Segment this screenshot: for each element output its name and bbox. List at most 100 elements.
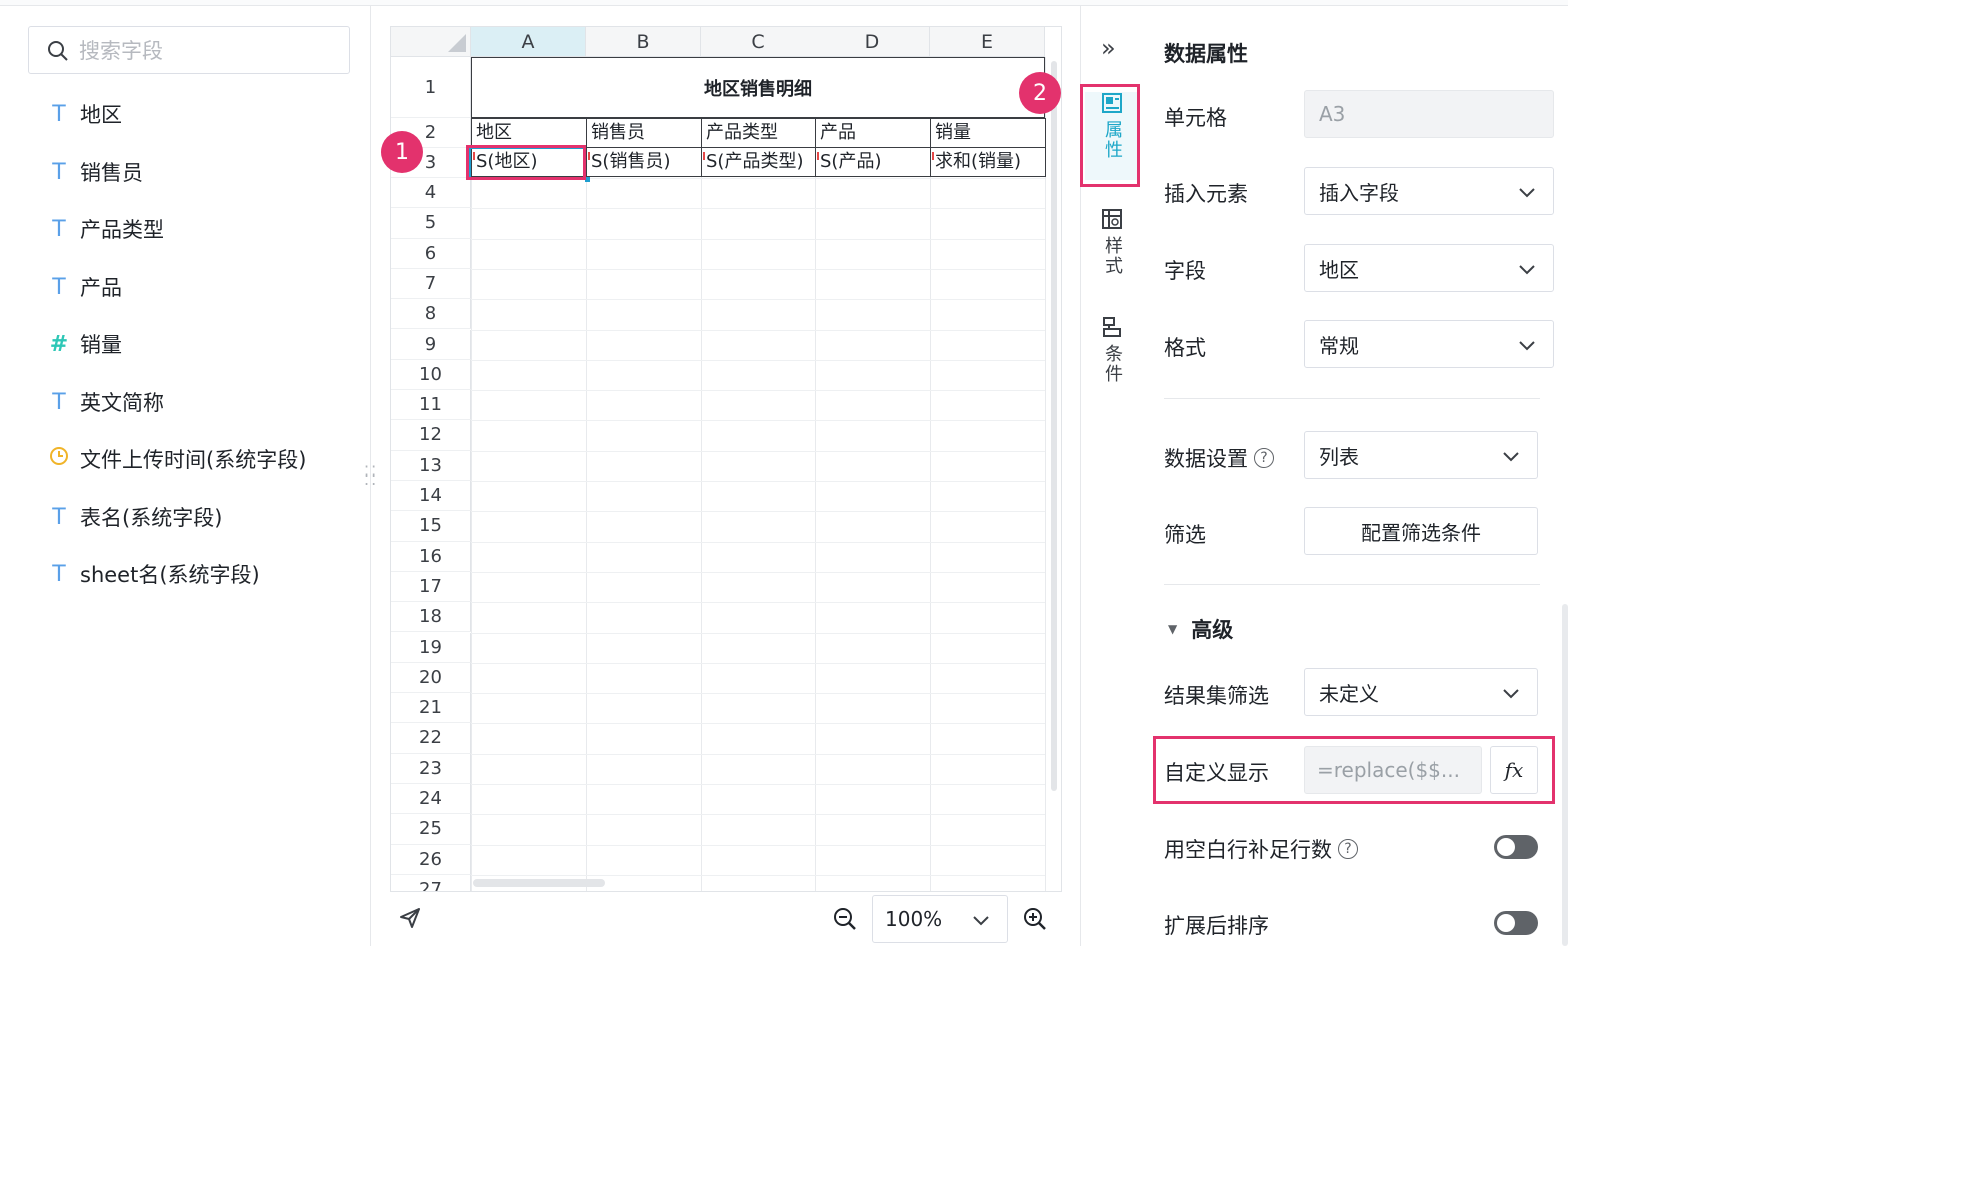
field-select[interactable]: 地区 [1304, 244, 1554, 292]
field-panel: T 地区 T 销售员 T 产品类型 T 产品 # 销量 T 英文简称 文件上传时间(系统字段… [8, 6, 376, 946]
grid-line [471, 723, 1045, 725]
binding-cell[interactable]: S(产品) [815, 147, 931, 177]
row-header[interactable]: 9 [391, 329, 471, 360]
row-header[interactable]: 15 [391, 511, 471, 542]
row-header[interactable]: 4 [391, 178, 471, 209]
search-input[interactable] [77, 35, 341, 67]
send-icon[interactable] [398, 906, 422, 930]
row-header[interactable]: 22 [391, 723, 471, 754]
vertical-scrollbar[interactable] [1051, 61, 1057, 791]
binding-cell[interactable]: S(产品类型) [701, 147, 817, 177]
column-header-c[interactable]: C [701, 27, 816, 57]
row-header[interactable]: 14 [391, 481, 471, 512]
row-header[interactable]: 17 [391, 571, 471, 603]
result-filter-select[interactable]: 未定义 [1304, 668, 1538, 716]
configure-filter-button[interactable]: 配置筛选条件 [1304, 507, 1538, 555]
row-header[interactable]: 11 [391, 390, 471, 421]
help-icon[interactable]: ? [1338, 839, 1358, 859]
collapse-panel-icon[interactable]: » [1101, 34, 1116, 62]
title-cell[interactable]: 地区销售明细 [471, 57, 1045, 118]
field-label: 产品类型 [80, 218, 164, 242]
field-item-table-name[interactable]: T 表名(系统字段) [48, 499, 222, 535]
binding-cell[interactable]: 求和(销量) [930, 147, 1046, 177]
row-header[interactable]: 23 [391, 753, 471, 784]
field-item-english-abbr[interactable]: T 英文简称 [48, 384, 164, 420]
panel-resize-handle[interactable]: ⁚⁚ ⁚⁚ [364, 464, 378, 488]
row-header[interactable]: 5 [391, 208, 471, 239]
text-type-icon: T [52, 504, 66, 530]
data-setting-value: 列表 [1319, 444, 1359, 469]
chevron-down-icon [1503, 689, 1519, 699]
header-cell[interactable]: 销量 [930, 118, 1046, 148]
field-select-label: 字段 [1164, 259, 1206, 283]
format-value: 常规 [1319, 333, 1359, 358]
row-header[interactable]: 18 [391, 602, 471, 633]
row-header[interactable]: 1 [391, 57, 471, 118]
formula-fx-button[interactable]: fx [1490, 746, 1538, 794]
field-item-product-type[interactable]: T 产品类型 [48, 211, 164, 247]
grid-line [471, 814, 1045, 816]
field-item-sales-volume[interactable]: # 销量 [48, 326, 122, 362]
row-header[interactable]: 13 [391, 450, 471, 481]
tab-label: 样式 [1102, 236, 1123, 276]
field-item-upload-time[interactable]: 文件上传时间(系统字段) [48, 441, 306, 477]
data-setting-select[interactable]: 列表 [1304, 431, 1538, 479]
custom-display-input[interactable]: =replace($$... [1304, 746, 1482, 794]
zoom-in-icon[interactable] [1022, 906, 1048, 932]
zoom-select[interactable]: 100% [872, 895, 1008, 943]
field-select-value: 地区 [1319, 257, 1359, 282]
filter-label: 筛选 [1164, 523, 1206, 547]
binding-text: S(产品) [820, 151, 882, 172]
advanced-section-toggle[interactable]: ▼ 高级 [1168, 614, 1233, 644]
custom-display-label: 自定义显示 [1164, 761, 1269, 785]
fill-rows-toggle[interactable] [1494, 835, 1538, 859]
field-item-product[interactable]: T 产品 [48, 269, 122, 305]
tab-properties[interactable]: 属性 [1085, 92, 1139, 180]
grid-line [471, 390, 1045, 392]
column-header-d[interactable]: D [815, 27, 930, 57]
select-all-corner[interactable] [391, 27, 471, 57]
spreadsheet[interactable]: ABCDE 1 2 3 4 5 6 7 8 9 10 11 12 13 14 15 16 17 18 19 20 21 2… [390, 26, 1062, 892]
grid-line [471, 299, 1045, 301]
grid-line [471, 329, 1045, 331]
row-header[interactable]: 25 [391, 814, 471, 845]
grid-line [1045, 57, 1046, 891]
tab-condition[interactable]: 条件 [1085, 316, 1139, 396]
help-icon[interactable]: ? [1254, 448, 1274, 468]
format-select[interactable]: 常规 [1304, 320, 1554, 368]
header-cell[interactable]: 产品类型 [701, 118, 817, 148]
column-header-e[interactable]: E [930, 27, 1045, 57]
tab-style[interactable]: 样式 [1085, 208, 1139, 288]
field-item-sheet-name[interactable]: Tsheet名(系统字段) [48, 556, 259, 592]
row-header[interactable]: 26 [391, 844, 471, 875]
properties-panel: 数据属性 单元格 A3 插入元素 插入字段 字段 地区 格式 常规 数据设置? … [1144, 6, 1568, 946]
number-type-icon: # [49, 331, 69, 357]
zoom-out-icon[interactable] [832, 906, 858, 932]
field-item-salesperson[interactable]: T 销售员 [48, 154, 143, 190]
row-header[interactable]: 27 [391, 874, 471, 891]
row-header[interactable]: 8 [391, 299, 471, 330]
row-header[interactable]: 16 [391, 541, 471, 572]
field-item-region[interactable]: T 地区 [48, 96, 122, 132]
sort-after-expand-toggle[interactable] [1494, 911, 1538, 935]
row-header[interactable]: 24 [391, 784, 471, 815]
panel-scrollbar[interactable] [1562, 604, 1568, 946]
row-header[interactable]: 10 [391, 359, 471, 391]
row-header[interactable]: 12 [391, 420, 471, 451]
row-header[interactable]: 6 [391, 238, 471, 269]
header-cell[interactable]: 销售员 [586, 118, 702, 148]
horizontal-scrollbar[interactable] [473, 879, 605, 887]
row-header[interactable]: 7 [391, 268, 471, 300]
step-badge-1: 1 [381, 131, 423, 173]
binding-cell[interactable]: S(销售员) [586, 147, 702, 177]
row-header[interactable]: 20 [391, 662, 471, 694]
row-header[interactable]: 21 [391, 693, 471, 724]
column-header-b[interactable]: B [586, 27, 701, 57]
header-cell[interactable]: 地区 [471, 118, 587, 148]
header-cell[interactable]: 产品 [815, 118, 931, 148]
fill-handle[interactable] [585, 177, 590, 182]
search-box[interactable] [28, 26, 350, 74]
column-header-a[interactable]: A [471, 27, 586, 57]
row-header[interactable]: 19 [391, 632, 471, 663]
insert-element-select[interactable]: 插入字段 [1304, 167, 1554, 215]
